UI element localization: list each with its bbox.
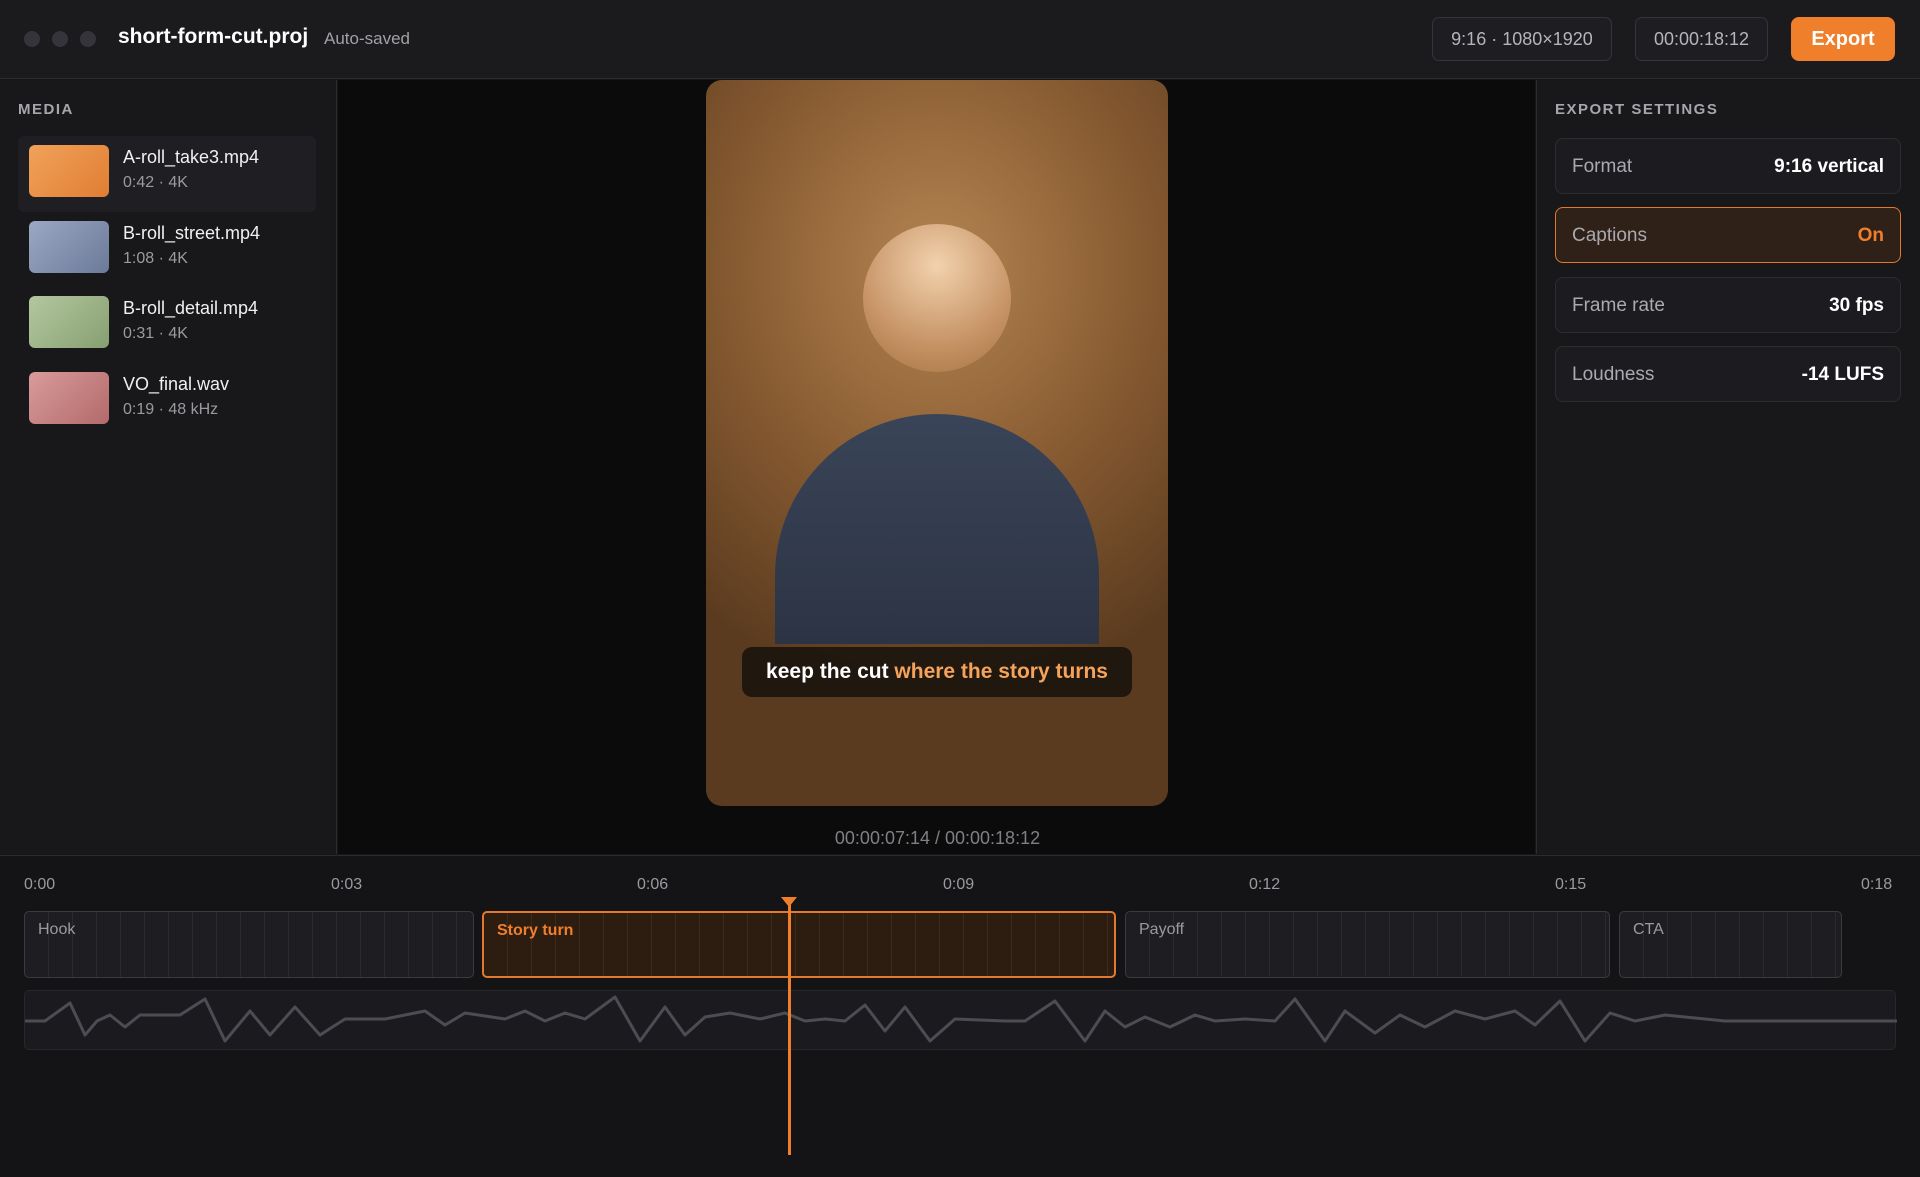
time-tick: 0:15 <box>1555 876 1587 893</box>
time-tick: 0:00 <box>24 876 56 893</box>
media-name: B-roll_street.mp4 <box>123 223 261 243</box>
playhead-marker-icon[interactable] <box>781 897 797 907</box>
media-thumbnail <box>29 372 109 424</box>
media-meta: 0:31 · 4K <box>123 325 188 342</box>
media-item[interactable]: B-roll_street.mp4 1:08 · 4K <box>18 212 316 288</box>
setting-label: Loudness <box>1572 364 1655 385</box>
project-title: short-form-cut.proj <box>118 25 309 48</box>
media-meta: 0:42 · 4K <box>123 174 188 191</box>
media-thumbnail <box>29 296 109 348</box>
setting-value: 30 fps <box>1829 295 1884 316</box>
media-heading: MEDIA <box>18 101 74 118</box>
subject-head-figure <box>863 224 1011 372</box>
save-status: Auto-saved <box>324 29 410 48</box>
media-name: A-roll_take3.mp4 <box>123 147 260 167</box>
window-zoom-dot[interactable] <box>80 31 96 47</box>
export-settings-panel <box>1536 80 1920 854</box>
time-tick: 0:06 <box>637 876 669 893</box>
window-minimize-dot[interactable] <box>52 31 68 47</box>
caption-text: keep the cut <box>766 660 895 683</box>
media-name: B-roll_detail.mp4 <box>123 298 259 318</box>
clip-label: Story turn <box>497 922 574 939</box>
caption-highlight: where the story turns <box>894 660 1108 683</box>
export-button[interactable]: Export <box>1791 17 1895 61</box>
media-item[interactable]: A-roll_take3.mp4 0:42 · 4K <box>18 136 316 212</box>
media-name: VO_final.wav <box>123 374 230 394</box>
clip-label: Payoff <box>1139 921 1185 938</box>
setting-captions[interactable]: Captions On <box>1555 207 1901 263</box>
setting-format[interactable]: Format 9:16 vertical <box>1555 138 1901 194</box>
subject-body-figure <box>775 414 1099 644</box>
playhead[interactable] <box>788 898 791 1155</box>
media-thumbnail <box>29 221 109 273</box>
audio-waveform-track[interactable] <box>24 990 1897 1050</box>
format-pill[interactable]: 9:16 · 1080×1920 <box>1432 17 1612 61</box>
caption-overlay[interactable]: keep the cut where the story turns <box>742 647 1132 697</box>
timeline-clip-story-turn[interactable]: Story turn <box>482 911 1116 978</box>
setting-frame-rate[interactable]: Frame rate 30 fps <box>1555 277 1901 333</box>
export-settings-heading: EXPORT SETTINGS <box>1555 101 1719 118</box>
setting-label: Frame rate <box>1572 295 1665 316</box>
editor-app: short-form-cut.proj Auto-saved 9:16 · 10… <box>0 0 1920 1177</box>
timeline-clip-payoff[interactable]: Payoff <box>1125 911 1610 978</box>
media-thumbnail <box>29 145 109 197</box>
media-meta: 1:08 · 4K <box>123 250 188 267</box>
setting-value: 9:16 vertical <box>1774 156 1884 177</box>
time-tick: 0:12 <box>1249 876 1281 893</box>
time-tick: 0:03 <box>331 876 363 893</box>
clip-label: Hook <box>38 921 76 938</box>
setting-label: Captions <box>1572 225 1647 246</box>
top-bar: short-form-cut.proj Auto-saved 9:16 · 10… <box>0 0 1920 79</box>
setting-label: Format <box>1572 156 1633 177</box>
duration-pill[interactable]: 00:00:18:12 <box>1635 17 1768 61</box>
window-close-dot[interactable] <box>24 31 40 47</box>
audio-waveform <box>25 995 1897 1043</box>
timeline-clip-hook[interactable]: Hook <box>24 911 474 978</box>
media-meta: 0:19 · 48 kHz <box>123 401 219 418</box>
media-item[interactable]: B-roll_detail.mp4 0:31 · 4K <box>18 287 316 363</box>
media-item[interactable]: VO_final.wav 0:19 · 48 kHz <box>18 363 316 439</box>
video-preview-frame[interactable]: keep the cut where the story turns <box>706 80 1168 806</box>
setting-value: On <box>1857 225 1884 246</box>
setting-loudness[interactable]: Loudness -14 LUFS <box>1555 346 1901 402</box>
time-tick: 0:18 <box>1861 876 1893 893</box>
clip-label: CTA <box>1633 921 1664 938</box>
setting-value: -14 LUFS <box>1801 364 1884 385</box>
timeline-clip-cta[interactable]: CTA <box>1619 911 1842 978</box>
time-tick: 0:09 <box>943 876 975 893</box>
